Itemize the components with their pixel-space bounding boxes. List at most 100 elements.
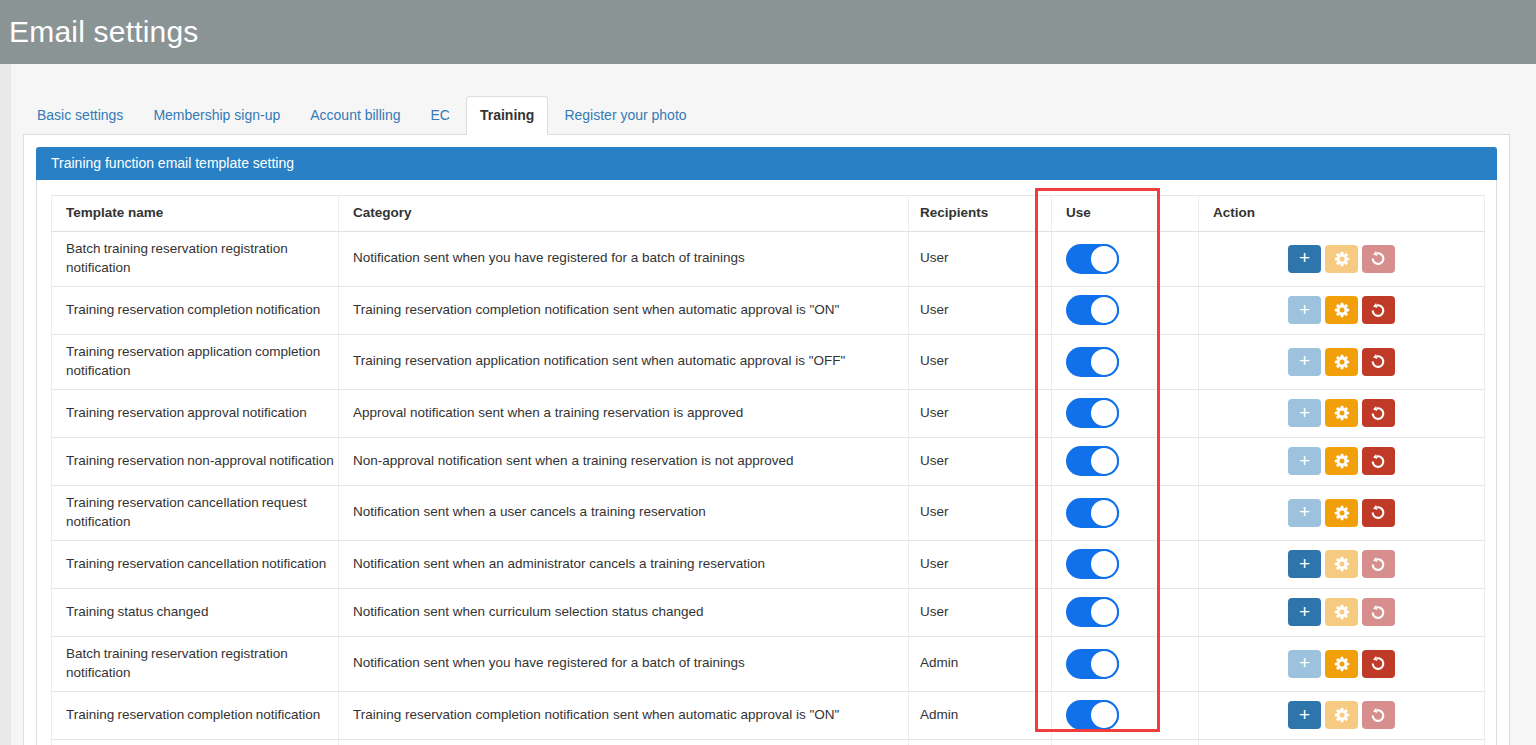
tab-training[interactable]: Training (466, 96, 548, 135)
column-header-recipients: Recipients (909, 196, 1052, 232)
recipients-cell: User (909, 485, 1052, 540)
use-toggle[interactable] (1066, 244, 1119, 274)
reset-template-button[interactable] (1362, 499, 1395, 527)
category-cell: Notification sent when an administrator … (339, 540, 909, 588)
gear-icon (1334, 707, 1350, 723)
recipients-cell: User (909, 437, 1052, 485)
toggle-knob (1089, 446, 1119, 476)
tab-register-your-photo[interactable]: Register your photo (550, 96, 700, 134)
plus-icon: + (1299, 351, 1310, 370)
edit-settings-button[interactable] (1325, 499, 1358, 527)
toggle-knob (1089, 700, 1119, 730)
template-name-cell: Training reservation completion notifica… (52, 691, 339, 739)
table-row: Batch training reservation registration … (52, 636, 1485, 691)
table-row: Training reservation completion notifica… (52, 691, 1485, 739)
add-template-button[interactable]: + (1288, 447, 1321, 475)
add-template-button[interactable]: + (1288, 701, 1321, 729)
column-header-action: Action (1199, 196, 1485, 232)
reset-template-button[interactable] (1362, 447, 1395, 475)
edit-settings-button[interactable] (1325, 598, 1358, 626)
template-name-cell: Batch training reservation registration … (52, 231, 339, 286)
use-toggle[interactable] (1066, 347, 1119, 377)
add-template-button[interactable]: + (1288, 650, 1321, 678)
use-toggle[interactable] (1066, 700, 1119, 730)
add-template-button[interactable]: + (1288, 499, 1321, 527)
tab-label: Membership sign-up (153, 107, 280, 123)
toggle-knob (1089, 549, 1119, 579)
training-panel: Training function email template setting… (36, 147, 1497, 745)
reset-template-button[interactable] (1362, 650, 1395, 678)
gear-icon (1334, 556, 1350, 572)
tab-content: Training function email template setting… (23, 134, 1510, 745)
use-cell (1052, 286, 1199, 334)
edit-settings-button[interactable] (1325, 348, 1358, 376)
add-template-button[interactable]: + (1288, 348, 1321, 376)
table-row: Batch training reservation registration … (52, 231, 1485, 286)
action-cell: + (1199, 231, 1485, 286)
use-toggle[interactable] (1066, 498, 1119, 528)
template-name-cell: Training status changed (52, 588, 339, 636)
edit-settings-button[interactable] (1325, 296, 1358, 324)
templates-table: Template nameCategoryRecipientsUseAction… (51, 195, 1485, 745)
reset-template-button[interactable] (1362, 296, 1395, 324)
toggle-knob (1089, 398, 1119, 428)
edit-settings-button[interactable] (1325, 650, 1358, 678)
plus-icon: + (1299, 554, 1310, 573)
reset-template-button[interactable] (1362, 701, 1395, 729)
tab-membership-sign-up[interactable]: Membership sign-up (139, 96, 294, 134)
plus-icon: + (1299, 300, 1310, 319)
category-cell: Training reservation application notific… (339, 334, 909, 389)
tab-account-billing[interactable]: Account billing (296, 96, 414, 134)
tab-basic-settings[interactable]: Basic settings (23, 96, 137, 134)
panel-body: Template nameCategoryRecipientsUseAction… (37, 180, 1496, 745)
template-name-cell: Training reservation approval notificati… (52, 389, 339, 437)
gear-icon (1334, 505, 1350, 521)
category-cell: Notification sent when you have register… (339, 636, 909, 691)
add-template-button[interactable]: + (1288, 598, 1321, 626)
edit-settings-button[interactable] (1325, 245, 1358, 273)
recipients-cell: User (909, 231, 1052, 286)
edit-settings-button[interactable] (1325, 701, 1358, 729)
add-template-button[interactable]: + (1288, 245, 1321, 273)
add-template-button[interactable]: + (1288, 550, 1321, 578)
action-cell: + (1199, 485, 1485, 540)
tab-label: Account billing (310, 107, 400, 123)
use-cell (1052, 334, 1199, 389)
use-toggle[interactable] (1066, 649, 1119, 679)
plus-icon: + (1299, 502, 1310, 521)
edit-settings-button[interactable] (1325, 399, 1358, 427)
page-left-margin (0, 64, 11, 745)
reset-template-button[interactable] (1362, 348, 1395, 376)
recipients-cell: Admin (909, 636, 1052, 691)
reset-template-button[interactable] (1362, 550, 1395, 578)
plus-icon: + (1299, 705, 1310, 724)
edit-settings-button[interactable] (1325, 447, 1358, 475)
table-row: Training reservation application complet… (52, 334, 1485, 389)
edit-settings-button[interactable] (1325, 550, 1358, 578)
toggle-knob (1089, 597, 1119, 627)
action-cell: + (1199, 437, 1485, 485)
gear-icon (1334, 251, 1350, 267)
use-toggle[interactable] (1066, 446, 1119, 476)
use-cell (1052, 231, 1199, 286)
table-body: Batch training reservation registration … (52, 231, 1485, 745)
use-toggle[interactable] (1066, 295, 1119, 325)
add-template-button[interactable]: + (1288, 399, 1321, 427)
page-header: Email settings (0, 0, 1536, 64)
reset-template-button[interactable] (1362, 598, 1395, 626)
template-name-cell: Training reservation completion notifica… (52, 286, 339, 334)
undo-icon (1370, 302, 1387, 319)
use-cell (1052, 389, 1199, 437)
use-toggle[interactable] (1066, 597, 1119, 627)
undo-icon (1370, 707, 1387, 724)
gear-icon (1334, 302, 1350, 318)
use-toggle[interactable] (1066, 549, 1119, 579)
add-template-button[interactable]: + (1288, 296, 1321, 324)
reset-template-button[interactable] (1362, 399, 1395, 427)
use-toggle[interactable] (1066, 398, 1119, 428)
use-cell (1052, 485, 1199, 540)
undo-icon (1370, 453, 1387, 470)
toggle-knob (1089, 347, 1119, 377)
reset-template-button[interactable] (1362, 245, 1395, 273)
tab-ec[interactable]: EC (417, 96, 464, 134)
